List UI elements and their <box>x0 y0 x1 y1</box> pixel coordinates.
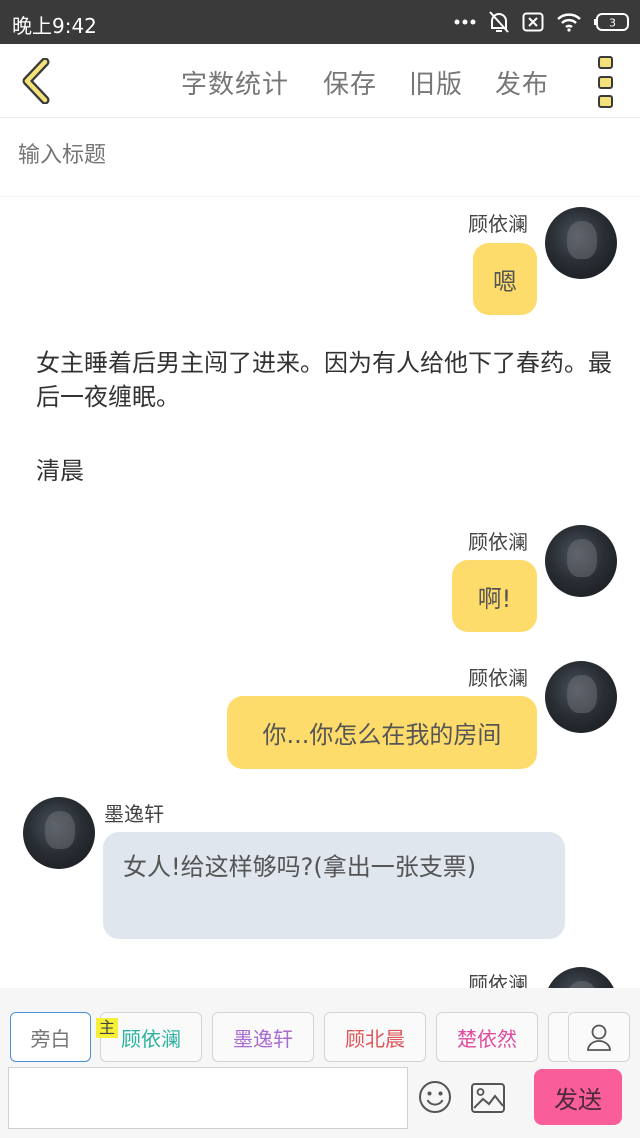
speaker-name: 顾依澜 <box>468 212 528 236</box>
sim-off-icon <box>522 12 544 32</box>
role-selector: 旁白 顾依澜 主 墨逸轩 顾北晨 楚依然 <box>0 988 640 1064</box>
role-label: 楚依然 <box>457 1026 517 1051</box>
narration-text[interactable]: 女主睡着后男主闯了进来。因为有人给他下了春药。最后一夜缠眠。 <box>36 346 616 414</box>
smiley-icon[interactable] <box>418 1080 452 1114</box>
user-icon <box>587 1024 611 1051</box>
narration-text[interactable]: 清晨 <box>36 454 616 488</box>
more-vertical-icon[interactable] <box>592 56 618 108</box>
avatar[interactable] <box>23 797 95 869</box>
role-button[interactable]: 顾北晨 <box>324 1012 426 1062</box>
speaker-name: 墨逸轩 <box>104 802 164 826</box>
mute-bell-icon <box>489 11 509 33</box>
battery-level: 3 <box>609 17 616 30</box>
battery-icon: 3 <box>594 13 629 31</box>
message-input[interactable] <box>8 1067 408 1129</box>
avatar[interactable] <box>545 661 617 733</box>
message-bubble[interactable]: 啊! <box>452 560 537 632</box>
more-dots-icon <box>454 19 476 25</box>
menu-dot <box>597 75 613 89</box>
message-input-bar: 发送 <box>0 1064 640 1138</box>
role-button[interactable]: 楚依然 <box>436 1012 538 1062</box>
lead-role-tag: 主 <box>96 1018 119 1038</box>
title-input[interactable] <box>18 143 618 168</box>
status-icons: 3 <box>454 8 630 36</box>
role-button[interactable]: 墨逸轩 <box>212 1012 314 1062</box>
back-button[interactable] <box>14 56 58 106</box>
word-count-button[interactable]: 字数统计 <box>181 64 289 101</box>
title-row <box>0 119 640 197</box>
story-content: 顾依澜 嗯 女主睡着后男主闯了进来。因为有人给他下了春药。最后一夜缠眠。 清晨 … <box>0 198 640 988</box>
avatar[interactable] <box>545 525 617 597</box>
role-label: 顾北晨 <box>345 1026 405 1051</box>
wifi-icon <box>557 13 581 32</box>
role-label: 顾依澜 <box>121 1026 181 1051</box>
message-bubble[interactable]: 嗯 <box>473 243 537 315</box>
status-time: 晚上9:42 <box>12 14 97 38</box>
role-label: 墨逸轩 <box>233 1026 293 1051</box>
avatar[interactable] <box>545 967 617 988</box>
speaker-name: 顾依澜 <box>468 972 528 988</box>
speaker-name: 顾依澜 <box>468 530 528 554</box>
message-bubble[interactable]: 你...你怎么在我的房间 <box>227 696 537 769</box>
menu-dot <box>597 56 613 69</box>
chevron-left-icon <box>22 58 50 104</box>
message-bubble[interactable]: 女人!给这样够吗?(拿出一张支票) <box>103 832 565 939</box>
speaker-name: 顾依澜 <box>468 666 528 690</box>
editor-toolbar: 字数统计 保存 旧版 发布 <box>0 44 640 118</box>
image-icon[interactable] <box>470 1082 506 1114</box>
role-narrator-button[interactable]: 旁白 <box>10 1012 91 1062</box>
avatar[interactable] <box>545 207 617 279</box>
status-bar: 晚上9:42 3 <box>0 0 640 44</box>
old-version-button[interactable]: 旧版 <box>409 64 463 101</box>
send-button[interactable]: 发送 <box>534 1069 622 1125</box>
role-label: 旁白 <box>30 1026 71 1051</box>
role-button-partial[interactable] <box>548 1012 568 1062</box>
save-button[interactable]: 保存 <box>323 64 377 101</box>
manage-roles-button[interactable] <box>568 1012 630 1062</box>
publish-button[interactable]: 发布 <box>495 64 549 101</box>
menu-dot <box>597 95 613 108</box>
